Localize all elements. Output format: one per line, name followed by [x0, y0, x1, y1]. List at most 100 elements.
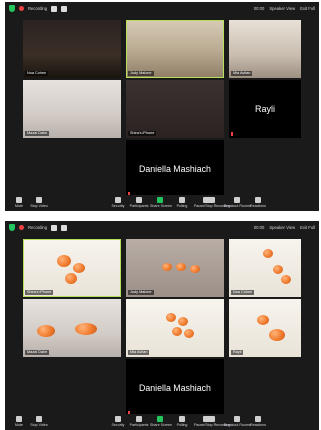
security-button[interactable]: Security: [108, 197, 128, 208]
video-tile-no-video[interactable]: Daniella Mashiach: [126, 359, 224, 417]
video-tile[interactable]: Mazal Dahe: [23, 299, 121, 357]
stop-icon[interactable]: [61, 5, 68, 12]
video-tile[interactable]: Noa Cohen: [229, 239, 301, 297]
breakout-rooms-icon: [233, 197, 240, 203]
video-tile-no-video[interactable]: Daniella Mashiach: [126, 140, 224, 198]
zoom-controls-bar: Mute Stop Video Security Participants Sh…: [5, 195, 319, 211]
participant-name: Mia Avitan: [128, 350, 150, 355]
participant-name: Noa Cohen: [25, 71, 49, 76]
stop-video-button[interactable]: Stop Video: [29, 197, 49, 208]
dough-piece: [190, 265, 200, 273]
participant-name: Noa Cohen: [231, 290, 255, 295]
topbar-left: Recording: [9, 224, 68, 231]
shield-icon: [115, 197, 121, 203]
participant-name: Judy Malone: [128, 290, 154, 295]
recording-dot-icon: [19, 6, 24, 11]
video-tile[interactable]: Mia Avitan: [229, 20, 301, 78]
exit-fullscreen-button[interactable]: Exit Full: [300, 225, 315, 230]
reactions-icon: [255, 416, 261, 422]
security-button[interactable]: Security: [108, 416, 128, 427]
pause-icon[interactable]: [51, 5, 58, 12]
dough-piece: [263, 249, 273, 258]
participant-name: Mia Avitan: [231, 71, 253, 76]
meeting-timer: 00:00: [253, 225, 265, 230]
polling-button[interactable]: Polling: [172, 197, 192, 208]
security-shield-icon[interactable]: [9, 5, 15, 12]
share-screen-icon: [157, 197, 163, 203]
recording-label: Recording: [28, 6, 48, 11]
dough-piece: [273, 265, 283, 274]
pause-stop-recording-button[interactable]: Pause/Stop Recording: [194, 416, 230, 427]
security-shield-icon[interactable]: [9, 224, 15, 231]
video-tile-active-speaker[interactable]: Judy Malone: [126, 20, 224, 78]
polling-button[interactable]: Polling: [172, 416, 192, 427]
participant-name: Shira's iPhone: [25, 290, 54, 295]
speaker-view-button[interactable]: Speaker View: [269, 6, 295, 11]
topbar-left: Recording: [9, 5, 68, 12]
participants-icon: [136, 197, 142, 203]
dough-piece: [176, 263, 186, 271]
video-tile[interactable]: Shira's iPhone: [126, 80, 224, 138]
breakout-rooms-icon: [233, 416, 240, 422]
participant-name: Rayli: [231, 350, 244, 355]
reactions-button[interactable]: Reactions: [248, 197, 268, 208]
dough-piece: [281, 275, 291, 284]
participants-icon: [136, 416, 142, 422]
video-tile[interactable]: Judy Malone: [126, 239, 224, 297]
speaker-view-button[interactable]: Speaker View: [269, 225, 295, 230]
reactions-icon: [255, 197, 261, 203]
microphone-icon: [16, 197, 22, 203]
camera-icon: [36, 416, 42, 422]
camera-icon: [36, 197, 42, 203]
video-tile[interactable]: Rayli: [229, 299, 301, 357]
video-tile[interactable]: Noa Cohen: [23, 20, 121, 78]
pause-stop-icon: [203, 197, 215, 203]
participant-name: Shira's iPhone: [128, 131, 157, 136]
pause-stop-recording-button[interactable]: Pause/Stop Recording: [194, 197, 230, 208]
zoom-window-1: Recording 00:00 Speaker View Exit Full N…: [5, 2, 319, 211]
pause-icon[interactable]: [51, 224, 58, 231]
participants-button[interactable]: Participants: [129, 416, 149, 427]
breakout-rooms-button[interactable]: Breakout Rooms: [224, 416, 251, 427]
mute-button[interactable]: Mute: [9, 416, 29, 427]
polling-icon: [179, 416, 185, 422]
participants-button[interactable]: Participants: [129, 197, 149, 208]
participant-name: Judy Malone: [128, 71, 154, 76]
topbar-right: 00:00 Speaker View Exit Full: [254, 6, 315, 11]
dough-piece: [37, 325, 55, 337]
microphone-icon: [16, 416, 22, 422]
zoom-window-2: Recording 00:00 Speaker View Exit Full S…: [5, 221, 319, 430]
dough-piece: [178, 317, 188, 326]
video-tile[interactable]: Mia Avitan: [126, 299, 224, 357]
recording-label: Recording: [28, 225, 48, 230]
reactions-button[interactable]: Reactions: [248, 416, 268, 427]
share-screen-button[interactable]: Share Screen: [150, 416, 172, 427]
share-screen-icon: [157, 416, 163, 422]
stop-icon[interactable]: [61, 224, 68, 231]
stop-video-button[interactable]: Stop Video: [29, 416, 49, 427]
video-tile-active-speaker[interactable]: Shira's iPhone: [23, 239, 121, 297]
pause-stop-icon: [203, 416, 215, 422]
video-tile[interactable]: Mazal Dahe: [23, 80, 121, 138]
dough-piece: [57, 255, 71, 267]
dough-piece: [65, 273, 77, 284]
participant-display-name: Daniella Mashiach: [139, 383, 211, 393]
dough-piece: [257, 315, 269, 325]
mute-button[interactable]: Mute: [9, 197, 29, 208]
dough-piece: [166, 313, 176, 322]
dough-piece: [269, 329, 285, 341]
dough-piece: [73, 263, 85, 273]
dough-piece: [172, 327, 182, 336]
participant-name: Mazal Dahe: [25, 131, 50, 136]
topbar-right: 00:00 Speaker View Exit Full: [254, 225, 315, 230]
exit-fullscreen-button[interactable]: Exit Full: [300, 6, 315, 11]
zoom-topbar: Recording 00:00 Speaker View Exit Full: [5, 2, 319, 16]
share-screen-button[interactable]: Share Screen: [150, 197, 172, 208]
dough-piece: [162, 263, 172, 271]
breakout-rooms-button[interactable]: Breakout Rooms: [224, 197, 251, 208]
mic-muted-icon: [231, 132, 233, 136]
video-tile-no-video[interactable]: Rayli: [229, 80, 301, 138]
zoom-topbar: Recording 00:00 Speaker View Exit Full: [5, 221, 319, 235]
polling-icon: [179, 197, 185, 203]
shield-icon: [115, 416, 121, 422]
